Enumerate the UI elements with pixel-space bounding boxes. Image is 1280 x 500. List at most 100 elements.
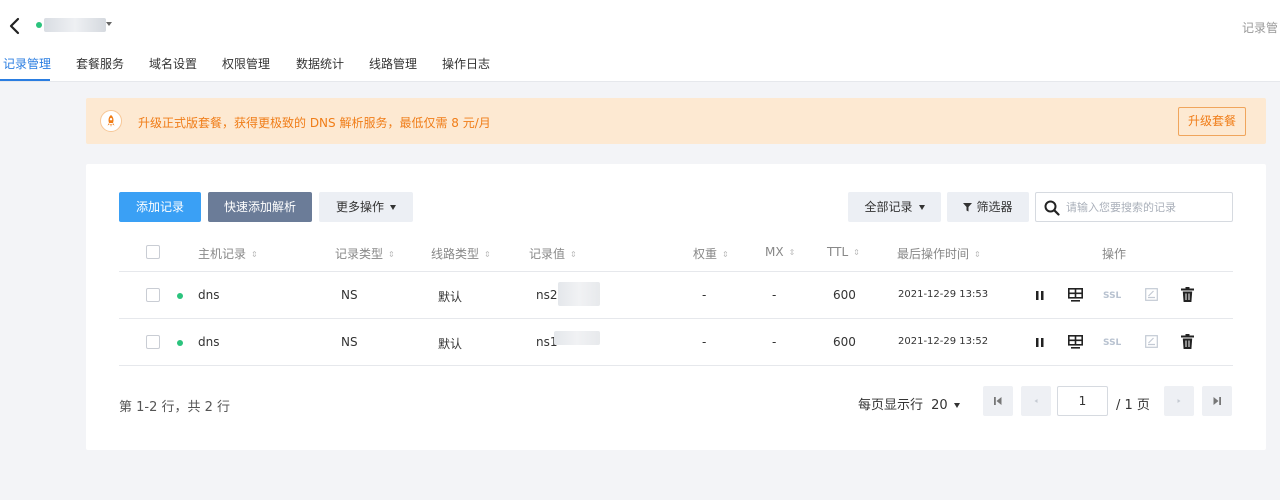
col-header-host[interactable]: 主机记录 ⇕ <box>198 245 258 262</box>
first-page-button[interactable] <box>983 386 1013 416</box>
last-page-icon <box>1213 397 1221 405</box>
header-right-text: 记录管 <box>1242 21 1279 35</box>
col-mx-label: MX <box>765 245 784 259</box>
row-divider <box>119 365 1233 366</box>
tab-records[interactable]: 记录管理 <box>3 55 51 72</box>
row-checkbox[interactable] <box>146 335 160 349</box>
layout-icon[interactable] <box>1068 288 1083 302</box>
col-line-label: 线路类型 <box>431 247 480 261</box>
col-header-line[interactable]: 线路类型 ⇕ <box>431 245 491 262</box>
tab-statistics[interactable]: 数据统计 <box>296 55 344 72</box>
page-number-input[interactable] <box>1057 386 1108 416</box>
more-actions-label: 更多操作 <box>335 200 384 214</box>
row-divider <box>119 318 1233 319</box>
note-icon[interactable] <box>1145 288 1158 301</box>
col-header-time[interactable]: 最后操作时间 ⇕ <box>897 245 981 262</box>
select-all-checkbox[interactable] <box>146 245 160 259</box>
col-ttl-label: TTL <box>827 245 849 259</box>
caret-down-icon <box>918 205 925 210</box>
cell-type: NS <box>341 288 358 302</box>
cell-value-redacted <box>554 331 600 345</box>
all-records-dropdown[interactable]: 全部记录 <box>848 192 941 222</box>
records-card: 添加记录 快速添加解析 更多操作 全部记录 筛选器 主机记录 ⇕ 记录类型 ⇕ 线路… <box>86 164 1266 450</box>
back-arrow-icon[interactable] <box>6 16 24 36</box>
per-page-dropdown[interactable]: 每页显示行 20 <box>858 394 960 413</box>
cell-type: NS <box>341 335 358 349</box>
pause-icon[interactable] <box>1036 291 1044 300</box>
prev-page-button[interactable] <box>1021 386 1051 416</box>
cell-line: 默认 <box>438 290 463 304</box>
per-page-label: 每页显示行 <box>858 398 924 413</box>
tab-permissions[interactable]: 权限管理 <box>222 55 270 72</box>
upgrade-notice: 升级正式版套餐，获得更极致的 DNS 解析服务，最低仅需 8 元/月 升级套餐 <box>86 98 1266 144</box>
trash-icon[interactable] <box>1181 287 1194 302</box>
chevron-down-icon[interactable] <box>106 22 112 26</box>
pause-icon[interactable] <box>1036 338 1044 347</box>
row-checkbox[interactable] <box>146 288 160 302</box>
caret-down-icon <box>390 205 396 210</box>
sort-icon: ⇕ <box>853 248 860 257</box>
col-header-ttl[interactable]: TTL ⇕ <box>827 245 860 259</box>
per-page-value: 20 <box>931 398 948 413</box>
page-total: / 1 页 <box>1116 398 1150 413</box>
add-record-button[interactable]: 添加记录 <box>119 192 201 222</box>
next-page-icon <box>1177 399 1181 403</box>
filter-button[interactable]: 筛选器 <box>947 192 1029 222</box>
col-value-label: 记录值 <box>529 247 566 261</box>
pagination-info: 第 1-2 行，共 2 行 <box>119 400 231 415</box>
caret-down-icon <box>953 403 960 408</box>
quick-add-button[interactable]: 快速添加解析 <box>208 192 312 222</box>
first-page-icon <box>994 397 1002 405</box>
more-actions-dropdown[interactable]: 更多操作 <box>319 192 413 222</box>
tab-domain-settings[interactable]: 域名设置 <box>149 55 197 72</box>
tab-plan[interactable]: 套餐服务 <box>76 55 124 72</box>
sort-icon: ⇕ <box>788 248 796 257</box>
status-dot <box>177 293 183 299</box>
sort-icon: ⇕ <box>484 250 491 259</box>
note-icon[interactable] <box>1145 335 1158 348</box>
upgrade-plan-button[interactable]: 升级套餐 <box>1178 107 1246 136</box>
col-header-value[interactable]: 记录值 ⇕ <box>529 245 577 262</box>
all-records-label: 全部记录 <box>864 200 913 214</box>
filter-icon <box>963 203 973 212</box>
cell-host: dns <box>198 288 220 302</box>
search-icon <box>1044 200 1060 216</box>
cell-weight: - <box>702 288 707 302</box>
prev-page-icon <box>1034 399 1038 403</box>
cell-line: 默认 <box>438 337 463 351</box>
filter-label: 筛选器 <box>976 200 1013 214</box>
last-page-button[interactable] <box>1202 386 1232 416</box>
domain-status-dot <box>36 22 42 28</box>
layout-icon[interactable] <box>1068 335 1083 349</box>
cell-time: 2021-12-29 13:53 <box>898 289 989 300</box>
cell-ttl: 600 <box>833 335 856 349</box>
cell-mx: - <box>772 335 777 349</box>
ssl-icon[interactable]: SSL <box>1103 338 1121 348</box>
trash-icon[interactable] <box>1181 334 1194 349</box>
ssl-icon[interactable]: SSL <box>1103 291 1121 301</box>
next-page-button[interactable] <box>1164 386 1194 416</box>
cell-host: dns <box>198 335 220 349</box>
sort-icon: ⇕ <box>570 250 577 259</box>
tab-lines[interactable]: 线路管理 <box>369 55 417 72</box>
rocket-icon <box>100 110 122 132</box>
col-header-actions: 操作 <box>1102 247 1127 261</box>
search-input[interactable] <box>1066 197 1226 217</box>
row-divider <box>119 271 1233 272</box>
domain-name-redacted[interactable] <box>44 18 106 32</box>
sort-icon: ⇕ <box>388 250 395 259</box>
sort-icon: ⇕ <box>722 250 729 259</box>
cell-weight: - <box>702 335 707 349</box>
active-tab-indicator <box>0 79 50 81</box>
cell-time: 2021-12-29 13:52 <box>898 336 989 347</box>
tab-bar: 记录管理 套餐服务 域名设置 权限管理 数据统计 线路管理 操作日志 <box>0 54 1280 82</box>
cell-value-redacted <box>558 282 600 306</box>
search-box <box>1035 192 1233 222</box>
col-header-mx[interactable]: MX ⇕ <box>765 245 795 259</box>
col-header-weight[interactable]: 权重 ⇕ <box>693 245 729 262</box>
app-header: 记录管 记录管理 套餐服务 域名设置 权限管理 数据统计 线路管理 操作日志 <box>0 0 1280 82</box>
cell-ttl: 600 <box>833 288 856 302</box>
col-header-type[interactable]: 记录类型 ⇕ <box>335 245 395 262</box>
tab-logs[interactable]: 操作日志 <box>442 55 490 72</box>
sort-icon: ⇕ <box>251 250 258 259</box>
